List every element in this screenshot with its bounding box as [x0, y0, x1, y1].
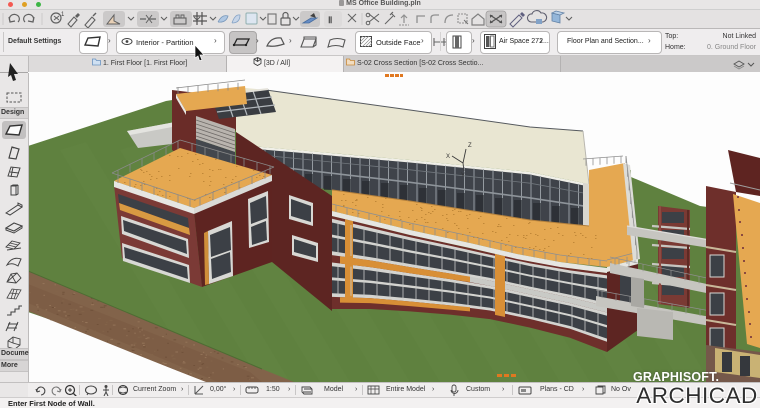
svg-text:1: 1 — [61, 12, 65, 18]
svg-text:Z: Z — [468, 143, 472, 149]
svg-text:X: X — [446, 154, 450, 160]
svg-text:Y: Y — [461, 173, 465, 179]
svg-text:Ⅱ: Ⅱ — [328, 15, 332, 25]
